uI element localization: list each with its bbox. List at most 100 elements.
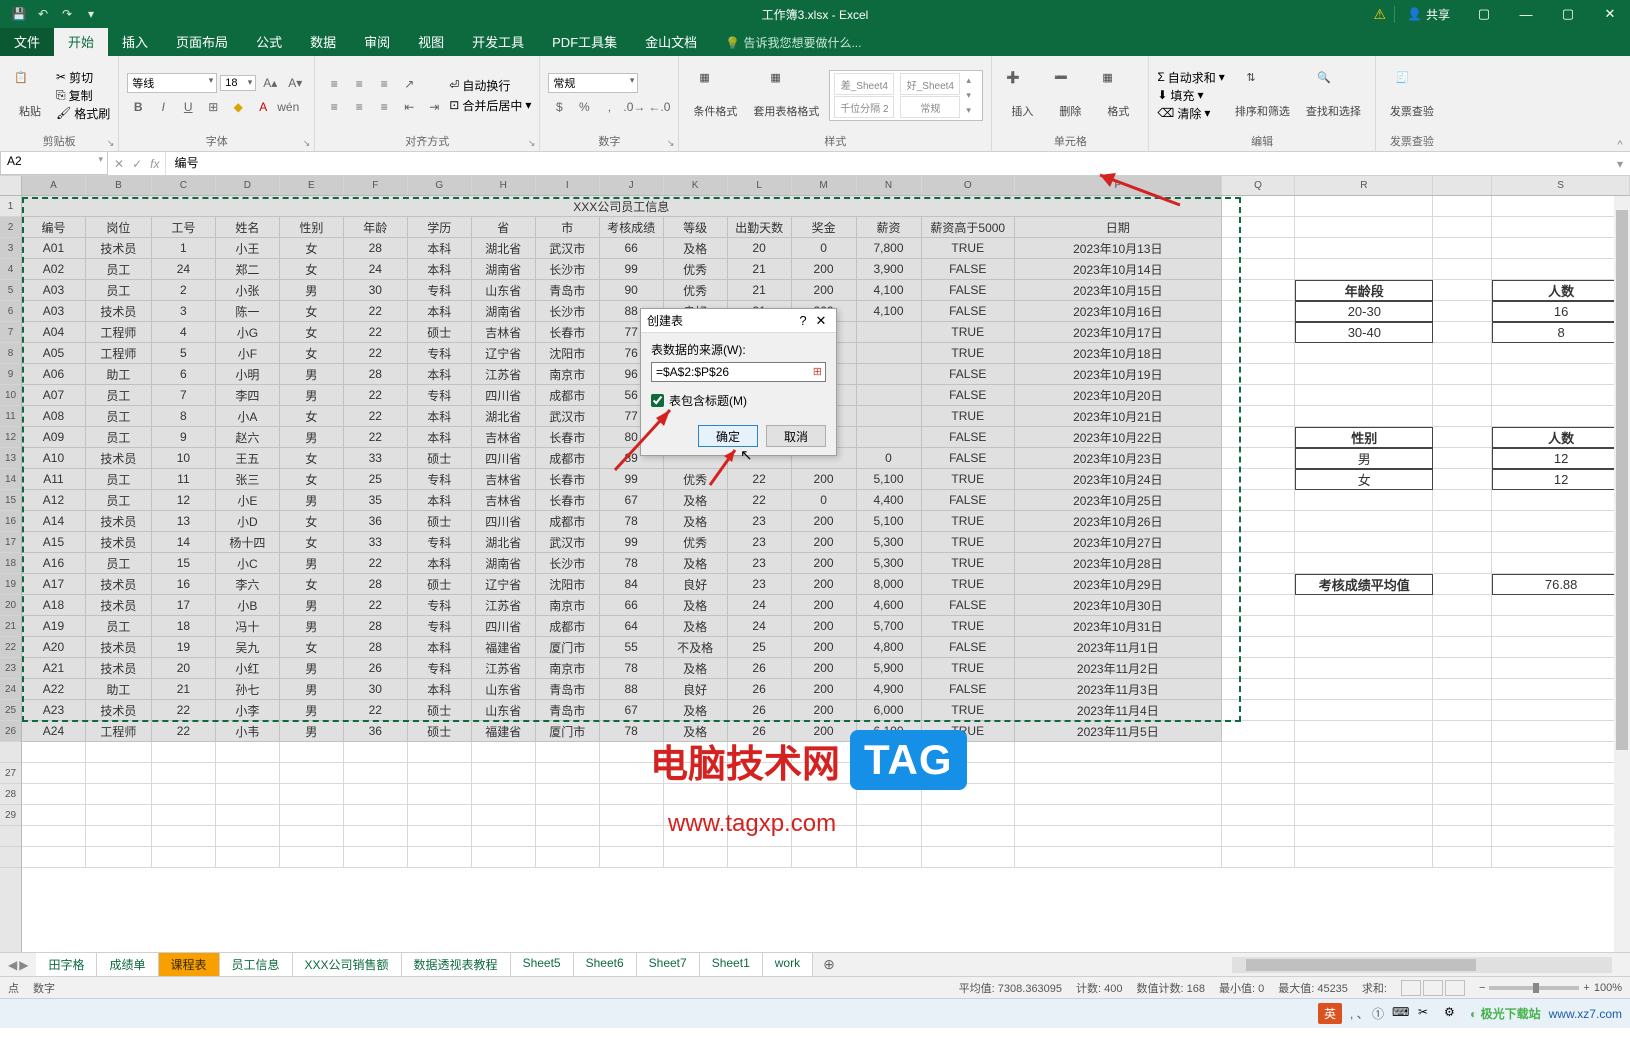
cell[interactable]: 及格 xyxy=(664,658,728,679)
cond-format-button[interactable]: ▦条件格式 xyxy=(687,69,743,121)
cell[interactable]: 4 xyxy=(152,322,216,343)
cell[interactable] xyxy=(1433,490,1492,511)
cancel-formula-icon[interactable]: ✕ xyxy=(114,157,124,171)
cell[interactable] xyxy=(1492,532,1630,553)
italic-icon[interactable]: I xyxy=(152,97,174,117)
cell[interactable] xyxy=(1222,280,1296,301)
cell[interactable]: 13 xyxy=(152,511,216,532)
cell[interactable]: 5,700 xyxy=(857,616,922,637)
dialog-close-icon[interactable]: ✕ xyxy=(812,313,830,329)
cell[interactable]: 22 xyxy=(344,427,408,448)
cell[interactable] xyxy=(1222,637,1296,658)
cell[interactable]: 男 xyxy=(280,595,344,616)
cell[interactable]: 硕士 xyxy=(408,574,472,595)
cell[interactable]: A11 xyxy=(22,469,86,490)
cell[interactable] xyxy=(1295,658,1433,679)
number-format-combo[interactable]: 常规 xyxy=(548,73,638,93)
cell[interactable] xyxy=(1222,658,1296,679)
cell[interactable]: 女 xyxy=(1295,469,1433,490)
cell[interactable]: 专科 xyxy=(408,595,472,616)
row-header[interactable]: 21 xyxy=(0,616,21,637)
row-header[interactable]: 6 xyxy=(0,301,21,322)
cell[interactable]: 8,000 xyxy=(857,574,922,595)
cell[interactable] xyxy=(216,847,280,868)
cell[interactable]: TRUE xyxy=(922,574,1015,595)
undo-icon[interactable]: ↶ xyxy=(34,5,52,23)
cell[interactable] xyxy=(472,847,536,868)
cell[interactable]: A17 xyxy=(22,574,86,595)
cell[interactable]: 21 xyxy=(728,280,792,301)
tray-icon[interactable]: ⚙ xyxy=(1444,1005,1462,1023)
launcher-icon[interactable]: ↘ xyxy=(667,138,675,149)
column-header[interactable]: A xyxy=(22,176,86,195)
cell[interactable] xyxy=(1433,196,1492,217)
cell[interactable] xyxy=(1433,406,1492,427)
cell[interactable] xyxy=(344,784,408,805)
cell[interactable] xyxy=(152,826,216,847)
cell[interactable] xyxy=(792,847,857,868)
cell[interactable] xyxy=(22,784,86,805)
cell[interactable]: 4,100 xyxy=(857,280,922,301)
cell[interactable]: 学历 xyxy=(408,217,472,238)
cell[interactable]: XXX公司员工信息 xyxy=(22,196,1222,217)
cell[interactable] xyxy=(1433,637,1492,658)
cell[interactable]: 王五 xyxy=(216,448,280,469)
cell[interactable]: 李六 xyxy=(216,574,280,595)
row-header[interactable]: 1 xyxy=(0,196,21,217)
sheet-tab[interactable]: work xyxy=(763,953,813,976)
cell[interactable]: 女 xyxy=(280,532,344,553)
cell[interactable]: 女 xyxy=(280,301,344,322)
decrease-font-icon[interactable]: A▾ xyxy=(284,73,306,93)
sheet-tab[interactable]: 成绩单 xyxy=(97,953,158,976)
cell[interactable] xyxy=(1222,721,1296,742)
cell[interactable]: 考核成绩 xyxy=(600,217,664,238)
cell[interactable]: TRUE xyxy=(922,322,1015,343)
tab-view[interactable]: 视图 xyxy=(404,27,458,56)
cell[interactable] xyxy=(1015,847,1222,868)
cell[interactable]: 四川省 xyxy=(472,616,536,637)
cell[interactable]: A08 xyxy=(22,406,86,427)
tray-icon[interactable]: ⌨ xyxy=(1392,1005,1410,1023)
dialog-source-input[interactable]: =$A$2:$P$26 xyxy=(651,362,826,382)
cell[interactable] xyxy=(857,322,922,343)
cell[interactable]: 22 xyxy=(344,595,408,616)
cell[interactable]: 男 xyxy=(280,679,344,700)
cell[interactable] xyxy=(1433,763,1492,784)
cell[interactable] xyxy=(1492,238,1630,259)
cell[interactable] xyxy=(600,826,664,847)
border-icon[interactable]: ⊞ xyxy=(202,97,224,117)
cell[interactable]: 女 xyxy=(280,637,344,658)
cell[interactable]: 本科 xyxy=(408,259,472,280)
cell[interactable]: 技术员 xyxy=(86,658,152,679)
cell[interactable]: 小B xyxy=(216,595,280,616)
cell[interactable] xyxy=(1015,826,1222,847)
cell[interactable]: 14 xyxy=(152,532,216,553)
cell[interactable]: 四川省 xyxy=(472,385,536,406)
cell[interactable]: 2023年10月19日 xyxy=(1015,364,1222,385)
launcher-icon[interactable]: ↘ xyxy=(107,138,115,149)
column-header[interactable]: R xyxy=(1295,176,1433,195)
cell[interactable]: 武汉市 xyxy=(536,406,600,427)
cell[interactable]: 男 xyxy=(280,364,344,385)
cell[interactable]: A04 xyxy=(22,322,86,343)
cell[interactable]: 2023年10月29日 xyxy=(1015,574,1222,595)
column-header[interactable]: I xyxy=(536,176,600,195)
increase-font-icon[interactable]: A▴ xyxy=(259,73,281,93)
cell[interactable] xyxy=(1222,553,1296,574)
indent-dec-icon[interactable]: ⇤ xyxy=(398,97,420,117)
cell[interactable]: 小李 xyxy=(216,700,280,721)
cell[interactable]: 成都市 xyxy=(536,448,600,469)
cell[interactable] xyxy=(152,847,216,868)
cell[interactable]: 33 xyxy=(344,532,408,553)
row-header[interactable]: 13 xyxy=(0,448,21,469)
row-header[interactable]: 3 xyxy=(0,238,21,259)
share-button[interactable]: 👤共享 xyxy=(1394,6,1462,23)
row-header[interactable]: 24 xyxy=(0,679,21,700)
cell[interactable]: 2023年10月28日 xyxy=(1015,553,1222,574)
cell[interactable] xyxy=(1492,721,1630,742)
cell[interactable]: 本科 xyxy=(408,301,472,322)
cell[interactable]: A09 xyxy=(22,427,86,448)
cell[interactable] xyxy=(280,763,344,784)
cell[interactable]: 技术员 xyxy=(86,238,152,259)
cell[interactable] xyxy=(857,343,922,364)
